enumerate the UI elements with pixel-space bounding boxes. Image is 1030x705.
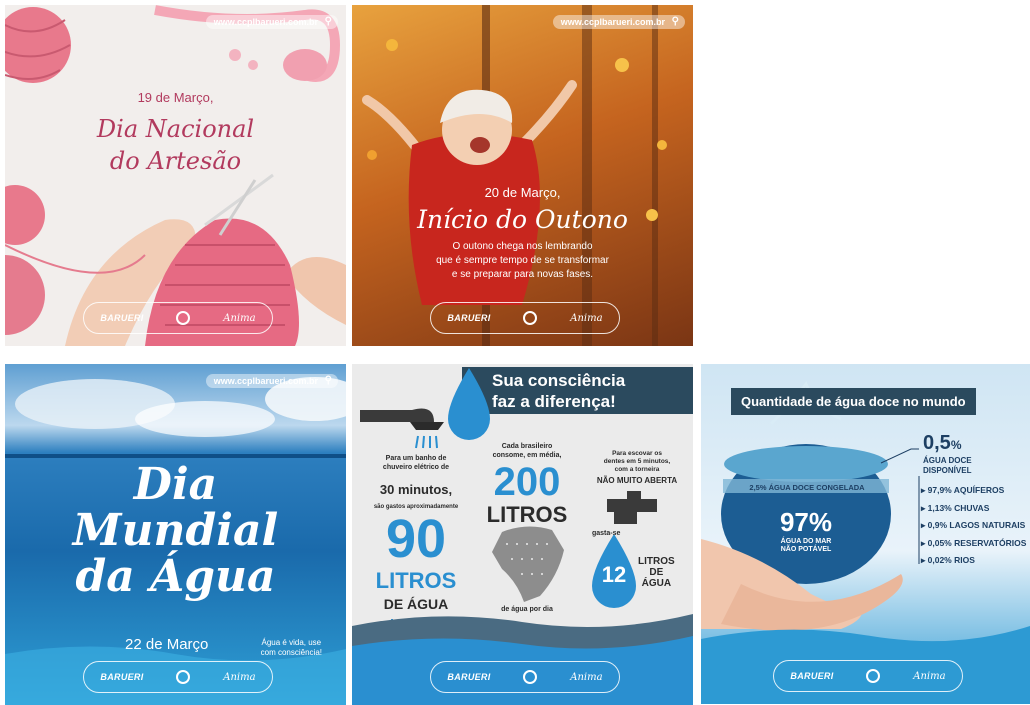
- tap-number: 12: [601, 562, 627, 587]
- seal-icon: [176, 670, 191, 684]
- tap-unit-line1: LITROS: [638, 556, 675, 567]
- post-title-line1: Dia: [133, 459, 218, 510]
- post-dia-agua[interactable]: www.ccplbarueri.com.br Dia Mundial da Ág…: [5, 364, 346, 705]
- header-title-line2: faz a diferença!: [492, 392, 616, 411]
- tap-unit: LITROS DE ÁGUA: [638, 556, 675, 589]
- shower-unit: LITROS: [375, 568, 457, 593]
- brazil-unit: LITROS: [486, 502, 568, 527]
- post-title: Início do Outono: [417, 205, 628, 234]
- list-item: ▸ 0,02% RIOS: [921, 555, 975, 565]
- seal-icon: [523, 311, 538, 325]
- barueri-logo: BARUERI: [100, 672, 144, 682]
- top-percent: 0,5%: [923, 432, 961, 455]
- post-note: Água é vida, use com consciência!: [261, 638, 322, 658]
- post-footer: BARUERI Anima: [430, 661, 620, 693]
- sea-label-line1: ÁGUA DO MAR: [780, 538, 832, 545]
- post-title-line3: da Água: [75, 551, 276, 602]
- barueri-logo: BARUERI: [447, 313, 491, 323]
- brazil-text-line2: consome, em média,: [492, 452, 562, 459]
- tap-text-line4: gasta-se: [592, 530, 621, 537]
- frozen-label: 2,5% ÁGUA DOCE CONGELADA: [749, 483, 865, 492]
- website-badge: www.ccplbarueri.com.br: [205, 15, 338, 29]
- tap-unit-line2: DE: [649, 567, 664, 578]
- list-item: ▸ 0,9% LAGOS NATURAIS: [921, 520, 1026, 530]
- post-title: Dia Mundial da Água: [5, 462, 346, 600]
- brazil-caption: de água por dia: [501, 606, 553, 613]
- sea-label-line2: NÃO POTÁVEL: [780, 546, 832, 553]
- top-percent-sign: %: [950, 438, 962, 452]
- post-date: 19 de Março,: [137, 90, 214, 105]
- brazil-text-line1: Cada brasileiro: [501, 443, 553, 450]
- tap-text-line1: Para escovar os: [612, 450, 662, 457]
- post-title: Dia Nacional do Artesão: [5, 113, 346, 177]
- shower-text-line2: chuveiro elétrico de: [382, 464, 450, 471]
- tap-unit-line3: ÁGUA: [641, 578, 672, 589]
- post-title-line2: Mundial: [72, 505, 279, 556]
- post-footer: BARUERI Anima: [83, 661, 273, 693]
- brazil-text: Cada brasileiro consome, em média,: [477, 442, 577, 460]
- seal-icon: [176, 311, 191, 325]
- post-title-line1: Dia Nacional: [96, 115, 255, 143]
- list-item: ▸ 0,05% RESERVATÓRIOS: [921, 537, 1027, 548]
- seal-icon: [866, 669, 881, 683]
- post-agua-doce[interactable]: Quantidade de água doce no mundo 0,5% ÁG…: [701, 364, 1030, 704]
- website-badge: www.ccplbarueri.com.br: [205, 374, 338, 388]
- anima-logo: Anima: [223, 312, 256, 324]
- barueri-logo: BARUERI: [790, 671, 834, 681]
- shower-number: 90: [385, 509, 447, 569]
- anima-logo: Anima: [223, 671, 256, 683]
- brazil-number: 200: [493, 460, 561, 504]
- post-consciencia[interactable]: Sua consciência faz a diferença! Para um…: [352, 364, 693, 705]
- post-artesao[interactable]: www.ccplbarueri.com.br 19 de Março, Dia …: [5, 5, 346, 346]
- post-footer: BARUERI Anima: [773, 660, 963, 692]
- seal-icon: [523, 670, 538, 684]
- tap-emphasis: NÃO MUITO ABERTA: [596, 476, 678, 485]
- sea-label: ÁGUA DO MAR NÃO POTÁVEL: [761, 538, 851, 554]
- anima-logo: Anima: [570, 312, 603, 324]
- header-title: Sua consciência faz a diferença!: [492, 370, 625, 412]
- post-text-line3: e se preparar para novas fases.: [451, 269, 594, 280]
- shower-minutes: 30 minutos,: [379, 482, 453, 497]
- list-item: ▸ 1,13% CHUVAS: [921, 502, 990, 513]
- tap-text-line2: dentes em 5 minutos,: [603, 458, 671, 465]
- header-title: Quantidade de água doce no mundo: [731, 388, 976, 415]
- shower-unit2: DE ÁGUA: [383, 596, 449, 612]
- anima-logo: Anima: [913, 670, 946, 682]
- post-text: O outono chega nos lembrando que é sempr…: [352, 240, 693, 282]
- post-text-line1: O outono chega nos lembrando: [452, 241, 593, 252]
- post-outono[interactable]: www.ccplbarueri.com.br 20 de Março, Iníc…: [352, 5, 693, 346]
- barueri-logo: BARUERI: [100, 313, 144, 323]
- shower-text-line1: Para um banho de: [385, 455, 447, 462]
- tap-text: Para escovar os dentes em 5 minutos, com…: [584, 450, 690, 474]
- post-footer: BARUERI Anima: [83, 302, 273, 334]
- freshwater-list: ▸ 97,9% AQUÍFEROS ▸ 1,13% CHUVAS ▸ 0,9% …: [921, 482, 1026, 570]
- top-label-line1: ÁGUA DOCE: [923, 456, 972, 465]
- shower-text: Para um banho de chuveiro elétrico de: [366, 454, 466, 472]
- post-footer: BARUERI Anima: [430, 302, 620, 334]
- sea-percent: 97%: [779, 507, 833, 537]
- post-title-line2: do Artesão: [109, 147, 242, 175]
- anima-logo: Anima: [570, 671, 603, 683]
- post-note-line1: Água é vida, use: [261, 638, 322, 647]
- tap-text-line3: com a torneira: [614, 466, 660, 473]
- list-item: ▸ 97,9% AQUÍFEROS: [921, 485, 1005, 495]
- top-label: ÁGUA DOCE DISPONÍVEL: [923, 456, 972, 476]
- barueri-logo: BARUERI: [447, 672, 491, 682]
- website-badge: www.ccplbarueri.com.br: [552, 15, 685, 29]
- autumn-illustration: [362, 5, 667, 346]
- post-date: 22 de Março: [125, 636, 209, 653]
- top-percent-value: 0,5: [923, 432, 951, 454]
- header-title-line1: Sua consciência: [492, 371, 626, 390]
- post-note-line2: com consciência!: [260, 648, 322, 657]
- top-label-line2: DISPONÍVEL: [923, 466, 972, 475]
- post-date: 20 de Março,: [484, 185, 561, 200]
- post-text-line2: que é sempre tempo de se transformar: [436, 255, 609, 266]
